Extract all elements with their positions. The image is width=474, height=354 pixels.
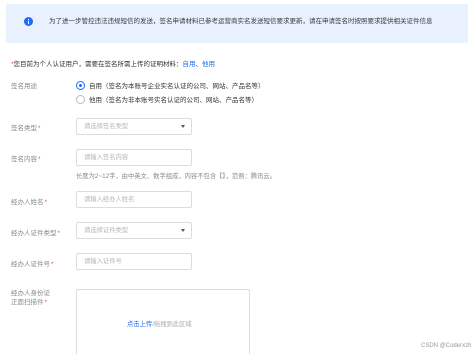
info-circle-icon xyxy=(24,17,33,26)
required-mark: * xyxy=(51,261,54,268)
sign-content-label: 签名内容* xyxy=(11,153,41,163)
hint-text: 您目前为个人认证用户，需要在签名所需上传的证明材料： xyxy=(13,61,183,68)
link-self[interactable]: 自用 xyxy=(183,61,196,68)
usage-option-self[interactable]: 自用（签名为本账号企业实名认证的公司、网站、产品名等） xyxy=(76,80,265,90)
required-mark: * xyxy=(38,156,41,163)
watermark: CSDN @Coderxzh xyxy=(421,343,472,349)
notice-banner: 为了进一步管控违法违规短信的发送，签名申请材料已参考运营商实名发送短信要求更新，… xyxy=(6,4,468,43)
sign-type-placeholder: 请选择签名类型 xyxy=(84,123,129,130)
agent-id-photo-label: 经办人身份证 正面扫描件* xyxy=(11,289,50,307)
agent-id-number-label-text: 经办人证件号 xyxy=(11,261,50,268)
sign-type-select[interactable]: 请选择签名类型 xyxy=(76,118,192,135)
sign-type-label-text: 签名类型 xyxy=(11,125,37,132)
agent-id-type-select[interactable]: 请选择证件类型 xyxy=(76,222,192,239)
upload-hint: /拖拽到此区域 xyxy=(152,321,192,328)
sign-content-label-text: 签名内容 xyxy=(11,156,37,163)
agent-id-number-input[interactable]: 请输入证件号 xyxy=(76,253,192,270)
agent-id-photo-label-line2: 正面扫描件 xyxy=(11,299,44,306)
agent-id-photo-label-line1: 经办人身份证 xyxy=(11,290,50,297)
required-mark: * xyxy=(57,230,61,237)
agent-id-number-label: 经办人证件号* xyxy=(11,258,54,268)
agent-name-label: 经办人姓名* xyxy=(11,196,47,206)
agent-id-type-label: 经办人证件类型* xyxy=(11,227,60,237)
upload-dropzone[interactable]: 点击上传/拖拽到此区域 xyxy=(76,289,250,354)
radio-other[interactable] xyxy=(76,94,85,104)
sign-type-label: 签名类型* xyxy=(11,122,41,132)
agent-name-placeholder: 请输入经办人姓名 xyxy=(84,196,135,203)
upload-link[interactable]: 点击上传 xyxy=(127,321,152,328)
sign-content-help: 长度为2~12字，由中英文、数字组成，内容不包含【】，范例：腾讯云。 xyxy=(76,173,276,180)
radio-self[interactable] xyxy=(76,80,85,90)
sign-content-placeholder: 请输入签名内容 xyxy=(84,154,129,161)
link-other[interactable]: 他用 xyxy=(202,61,215,68)
sign-content-input[interactable]: 请输入签名内容 xyxy=(76,149,192,166)
usage-option-other[interactable]: 他用（签名为非本账号实名认证的公司、网站、产品名等） xyxy=(76,94,258,104)
required-mark: * xyxy=(38,125,41,132)
agent-id-type-placeholder: 请选择证件类型 xyxy=(84,227,129,234)
usage-option-self-label: 自用（签名为本账号企业实名认证的公司、网站、产品名等） xyxy=(89,83,265,90)
agent-name-label-text: 经办人姓名 xyxy=(11,199,44,206)
usage-label: 签名用途 xyxy=(11,83,37,90)
agent-name-input[interactable]: 请输入经办人姓名 xyxy=(76,191,192,208)
chevron-down-icon xyxy=(181,229,185,232)
required-mark: * xyxy=(44,299,48,306)
chevron-down-icon xyxy=(181,125,185,128)
notice-text: 为了进一步管控违法违规短信的发送，签名申请材料已参考运营商实名发送短信要求更新，… xyxy=(49,18,433,25)
required-mark: * xyxy=(44,199,48,206)
usage-option-other-label: 他用（签名为非本账号实名认证的公司、网站、产品名等） xyxy=(89,97,258,104)
material-hint: *您目前为个人认证用户，需要在签名所需上传的证明材料：自用、他用 xyxy=(11,58,215,68)
upload-text: 点击上传/拖拽到此区域 xyxy=(127,319,192,328)
agent-id-number-placeholder: 请输入证件号 xyxy=(84,258,122,265)
agent-id-type-label-text: 经办人证件类型 xyxy=(11,230,57,237)
